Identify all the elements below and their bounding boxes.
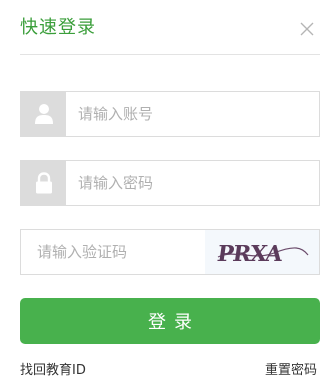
username-input[interactable]: [66, 92, 319, 136]
dialog-title: 快速登录: [20, 17, 96, 38]
close-icon[interactable]: [299, 21, 315, 37]
find-id-link[interactable]: 找回教育ID: [20, 362, 86, 380]
reset-password-link[interactable]: 重置密码: [265, 362, 317, 380]
user-icon: [21, 92, 66, 136]
title-divider: [20, 54, 320, 55]
captcha-input[interactable]: [21, 230, 205, 274]
password-input[interactable]: [66, 161, 319, 205]
login-dialog: 快速登录 PRXA: [0, 0, 327, 388]
captcha-text: PRXA: [216, 241, 286, 267]
username-field: [20, 91, 320, 137]
password-field: [20, 160, 320, 206]
captcha-image[interactable]: PRXA: [205, 230, 319, 274]
login-button[interactable]: 登录: [20, 298, 320, 344]
lock-icon: [21, 161, 66, 205]
captcha-field: PRXA: [20, 229, 320, 275]
